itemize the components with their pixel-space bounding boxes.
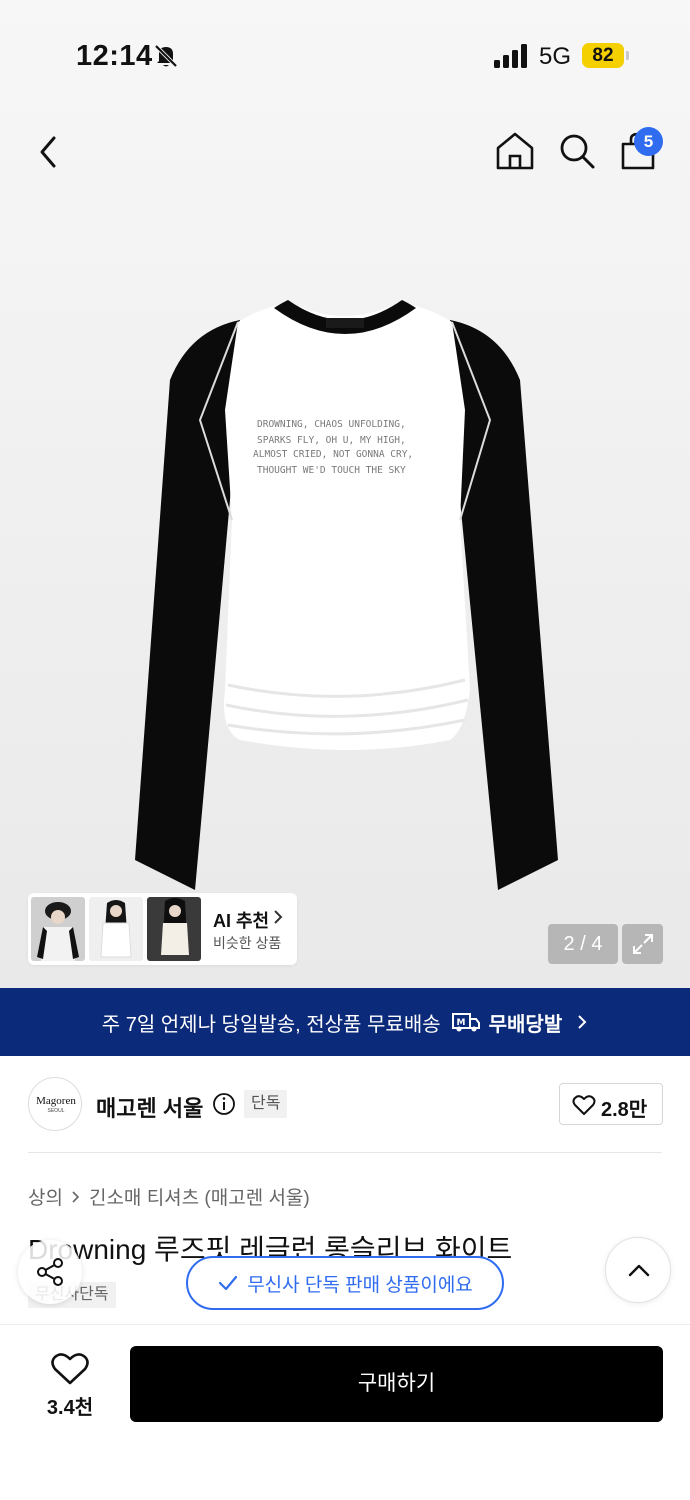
wishlist-button[interactable]: 3.4천 [30, 1347, 110, 1427]
delivery-brand: 무배당발 [488, 1013, 563, 1036]
toast-text: 무신사 단독 판매 상품이에요 [247, 1274, 473, 1296]
battery-badge: 82 [582, 43, 624, 68]
back-icon[interactable] [30, 130, 70, 174]
home-icon[interactable] [494, 130, 536, 172]
cart-count-badge: 5 [634, 127, 663, 156]
ai-recommendation-card[interactable]: AI 추천 비슷한 상품 [28, 893, 297, 965]
status-bar: 12:14 5G 82 [0, 0, 690, 110]
bell-off-icon [154, 44, 178, 68]
shirt-print-line: SPARKS FLY, OH U, MY HIGH, [257, 435, 406, 446]
info-icon[interactable] [212, 1092, 236, 1116]
recommendation-thumbnail[interactable] [31, 897, 85, 961]
chevron-right-icon [274, 910, 283, 924]
battery-tip [626, 51, 629, 60]
search-icon[interactable] [556, 130, 598, 172]
chevron-right-icon [578, 1015, 587, 1029]
chevron-up-icon [628, 1264, 650, 1277]
expand-button[interactable] [622, 924, 663, 964]
recommendation-thumbnail[interactable] [89, 897, 143, 961]
brand-like-count: 2.8만 [601, 1099, 648, 1121]
exclusive-tag: 단독 [244, 1090, 288, 1118]
scroll-top-button[interactable] [605, 1237, 671, 1303]
brand-logo-text: Magoren [36, 1095, 76, 1107]
status-time: 12:14 [76, 40, 153, 72]
shirt-print-line: DROWNING, CHAOS UNFOLDING, [257, 419, 406, 430]
bottom-action-bar: 3.4천 구매하기 [0, 1324, 690, 1500]
heart-icon [572, 1095, 596, 1115]
breadcrumb-subcategory[interactable]: 긴소매 티셔츠 (매고렌 서울) [89, 1183, 310, 1210]
signal-icon [494, 44, 527, 68]
buy-button[interactable]: 구매하기 [130, 1346, 663, 1422]
divider [28, 1152, 662, 1153]
check-icon [219, 1275, 238, 1291]
page-counter: 2 / 4 [548, 924, 618, 964]
chevron-right-icon [72, 1190, 80, 1203]
brand-name[interactable]: 매고렌 서울 [96, 1091, 203, 1123]
breadcrumb-category[interactable]: 상의 [28, 1183, 63, 1210]
svg-text:M: M [456, 1018, 465, 1028]
shirt-print-line: ALMOST CRIED, NOT GONNA CRY, [253, 449, 413, 460]
product-gallery[interactable]: 12:14 5G 82 5 DROWNING, CHAOS UNFOLDING,… [0, 0, 690, 988]
heart-icon [51, 1353, 89, 1385]
shirt-print-line: THOUGHT WE'D TOUCH THE SKY [257, 465, 406, 476]
wishlist-count: 3.4천 [46, 1397, 94, 1419]
share-button[interactable] [18, 1240, 82, 1304]
delivery-banner[interactable]: 주 7일 언제나 당일발송, 전상품 무료배송 M 무배당발 [0, 988, 690, 1056]
product-image: DROWNING, CHAOS UNFOLDING, SPARKS FLY, O… [135, 300, 558, 890]
ai-reco-title: AI 추천 [213, 911, 270, 931]
delivery-text: 주 7일 언제나 당일발송, 전상품 무료배송 [101, 1013, 441, 1036]
share-icon [37, 1258, 63, 1286]
recommendation-thumbnail[interactable] [147, 897, 201, 961]
network-label: 5G [539, 43, 572, 70]
brand-like-button[interactable]: 2.8만 [559, 1083, 663, 1125]
ai-reco-subtitle: 비슷한 상품 [213, 935, 282, 951]
breadcrumb: 상의 긴소매 티셔츠 (매고렌 서울) [28, 1183, 310, 1210]
brand-logo[interactable]: Magoren SEOUL [28, 1077, 82, 1131]
brand-logo-subtext: SEOUL [47, 1108, 65, 1114]
delivery-truck-icon: M [451, 1013, 480, 1032]
exclusive-toast: 무신사 단독 판매 상품이에요 [186, 1256, 504, 1310]
expand-icon [633, 934, 653, 954]
